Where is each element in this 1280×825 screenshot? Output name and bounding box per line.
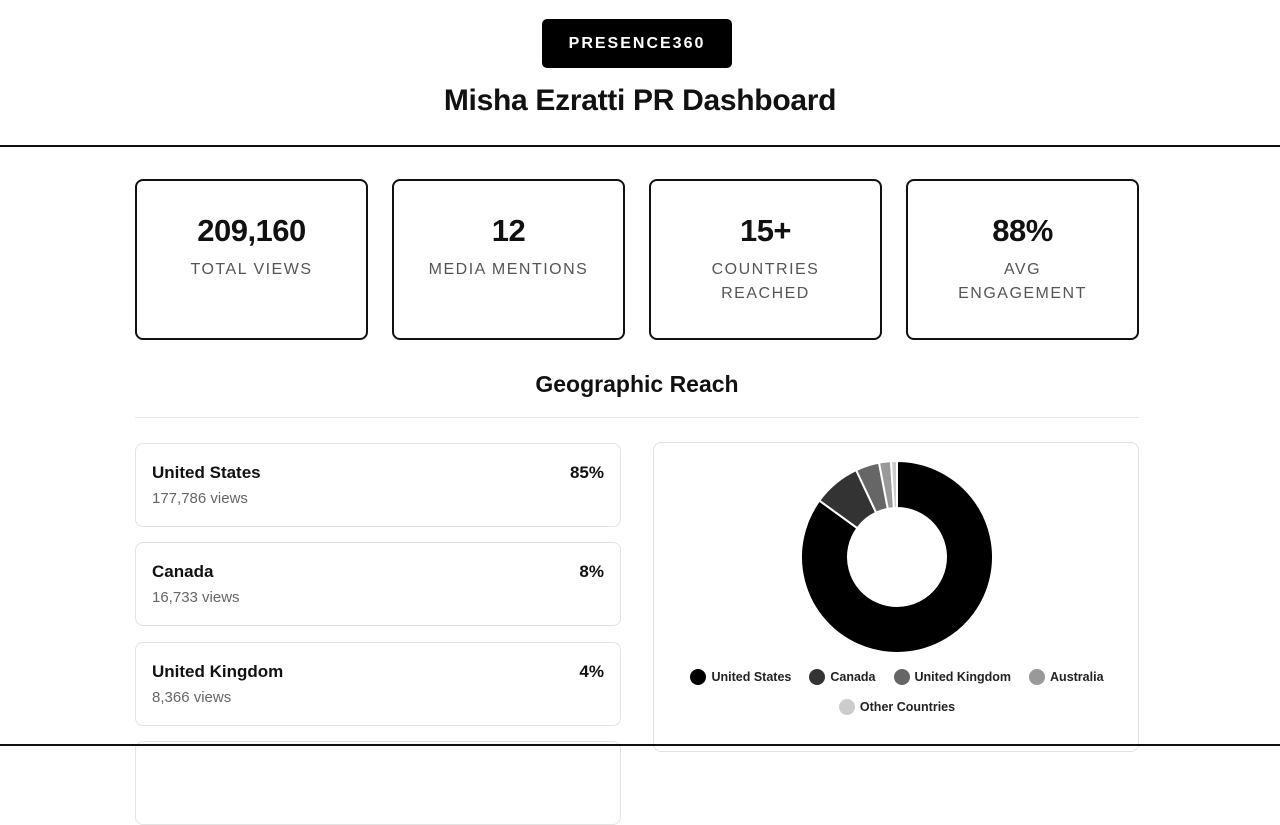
page-header: PRESENCE360 Misha Ezratti PR Dashboard (0, 0, 1280, 147)
legend-swatch (893, 669, 910, 685)
legend-item-other-countries[interactable]: Other Countries (838, 699, 956, 715)
legend-label: Other Countries (859, 700, 956, 714)
legend-swatch (838, 699, 855, 715)
legend-label: United States (711, 670, 792, 684)
country-card-united-kingdom[interactable]: United Kingdom 8,366 views 4% (135, 642, 621, 726)
stat-label: MEDIA MENTIONS (428, 261, 589, 278)
country-name: United States (152, 463, 261, 482)
stat-value: 209,160 (197, 213, 306, 248)
country-percent: 4% (579, 662, 604, 681)
legend-label: Australia (1050, 670, 1104, 684)
legend-item-united-kingdom[interactable]: United Kingdom (893, 669, 1012, 685)
legend-label: Canada (830, 670, 876, 684)
stat-value: 88% (992, 213, 1053, 248)
stat-value: 15+ (739, 213, 792, 248)
country-views: 8,366 views (152, 689, 232, 706)
legend-item-united-states[interactable]: United States (690, 669, 791, 685)
legend-item-canada[interactable]: Canada (809, 669, 876, 685)
country-percent: 85% (569, 463, 604, 482)
legend-swatch (809, 669, 826, 685)
section-title-geographic-reach: Geographic Reach (535, 371, 739, 397)
geographic-chart-card: United States Canada United Kingdom Austral… (653, 442, 1139, 752)
country-card-united-states[interactable]: United States 177,786 views 85% (135, 443, 621, 527)
chart-legend: United States Canada United Kingdom Austral… (654, 669, 1140, 715)
country-card-canada[interactable]: Canada 16,733 views 8% (135, 542, 621, 626)
brand-logo[interactable]: PRESENCE360 (542, 19, 732, 68)
stat-label: COUNTRIES REACHED (711, 261, 820, 302)
country-name: Canada (152, 562, 214, 581)
stat-value: 12 (491, 213, 526, 248)
country-card-next[interactable] (135, 741, 621, 825)
stat-label: AVG ENGAGEMENT (958, 261, 1087, 302)
stat-card-media-mentions: 12 MEDIA MENTIONS (392, 179, 625, 340)
geographic-donut-chart[interactable] (800, 460, 994, 654)
stat-card-countries-reached: 15+ COUNTRIES REACHED (649, 179, 882, 340)
legend-label: United Kingdom (914, 670, 1012, 684)
country-views: 16,733 views (152, 589, 240, 606)
page-title: Misha Ezratti PR Dashboard (443, 84, 837, 117)
legend-swatch (1029, 669, 1046, 685)
country-percent: 8% (579, 562, 604, 581)
section-divider (135, 417, 1139, 418)
stat-card-total-views: 209,160 TOTAL VIEWS (135, 179, 368, 340)
legend-item-australia[interactable]: Australia (1029, 669, 1104, 685)
country-views: 177,786 views (152, 490, 248, 507)
country-name: United Kingdom (152, 662, 284, 681)
legend-swatch (690, 669, 707, 685)
stat-label: TOTAL VIEWS (190, 261, 313, 278)
stat-card-avg-engagement: 88% AVG ENGAGEMENT (906, 179, 1139, 340)
